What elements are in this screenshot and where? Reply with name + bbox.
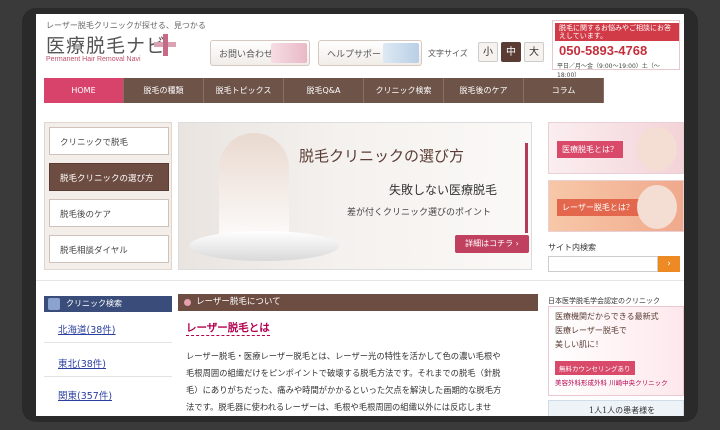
phone-hours: 平日／月～金（9:00～19:00）土（～18:00） xyxy=(557,63,660,79)
side-menu: クリニックで脱毛 脱毛クリニックの選び方 脱毛後のケア 脱毛相談ダイヤル xyxy=(44,122,172,270)
font-size-medium-button[interactable]: 中 xyxy=(501,42,521,62)
banner-label: レーザー脱毛とは？ xyxy=(557,199,639,216)
side-menu-how-to-choose[interactable]: 脱毛クリニックの選び方 xyxy=(49,163,169,191)
clinic-search-header: クリニック検索 xyxy=(44,296,172,312)
contact-button[interactable]: お問い合わせ xyxy=(210,40,310,66)
font-size-large-button[interactable]: 大 xyxy=(524,42,544,62)
article-line: レーザー脱毛・医療レーザー脱毛とは、レーザー光の特性を活かして色の濃い毛根や xyxy=(186,351,501,361)
nav-clinic-search[interactable]: クリニック検索 xyxy=(364,78,444,103)
phone-note: 脱毛に関するお悩みやご相談にお答えしています。 xyxy=(555,23,679,41)
site-search-label: サイト内検索 xyxy=(548,243,596,252)
region-link-kanto[interactable]: 関東(357件) xyxy=(58,388,112,402)
model-arm-image xyxy=(637,185,677,229)
certified-clinic-title: 日本医学脱毛学会認定のクリニック xyxy=(548,297,660,305)
site-search-input[interactable] xyxy=(548,256,658,272)
ad-line: 医療レーザー脱毛で xyxy=(555,326,627,335)
phone-contact-box: 脱毛に関するお悩みやご相談にお答えしています。 050-5893-4768 平日… xyxy=(552,20,680,79)
nav-qa[interactable]: 脱毛Q&A xyxy=(284,78,364,103)
browser-page: レーザー脱毛クリニックが探せる、見つかる 医療脱毛ナビ Permanent Ha… xyxy=(36,14,684,416)
free-counseling-badge: 無料カウンセリングあり xyxy=(555,361,635,375)
hero-more-button[interactable]: 詳細はコチラ › xyxy=(455,235,529,253)
hero-accent-bar xyxy=(525,143,528,233)
article-title: レーザー脱毛とは xyxy=(186,322,270,336)
article-line: 毛根周囲の組織だけをピンポイントで破壊する脱毛方法です。それまでの脱毛（針脱 xyxy=(186,368,501,378)
model-face-image xyxy=(637,127,677,171)
nav-home[interactable]: HOME xyxy=(44,78,124,103)
building-icon xyxy=(48,298,60,310)
article-section-title: レーザー脱毛について xyxy=(196,297,281,307)
help-illustration-icon xyxy=(383,43,419,63)
ad-line: 医療機関だからできる最新式 xyxy=(555,312,659,321)
phone-number[interactable]: 050-5893-4768 xyxy=(559,43,647,58)
region-divider xyxy=(44,376,172,377)
side-menu-consult-dial[interactable]: 脱毛相談ダイヤル xyxy=(49,235,169,263)
laser-hair-removal-banner[interactable]: レーザー脱毛とは？ xyxy=(548,180,684,232)
font-size-label: 文字サイズ xyxy=(428,49,468,58)
section-divider xyxy=(36,280,684,281)
site-search-button[interactable]: › xyxy=(658,256,680,272)
site-logo-subtitle: Permanent Hair Removal Navi xyxy=(46,56,141,63)
region-link-tohoku[interactable]: 東北(38件) xyxy=(58,356,106,370)
banner-label: 医療脱毛とは？ xyxy=(557,141,623,158)
nav-topics[interactable]: 脱毛トピックス xyxy=(204,78,284,103)
patient-ad-text: 1人1人の患者様を xyxy=(589,406,656,415)
nav-hair-removal-types[interactable]: 脱毛の種類 xyxy=(124,78,204,103)
hero-title: 脱毛クリニックの選び方 xyxy=(299,147,465,165)
patient-ad-banner[interactable]: 1人1人の患者様を xyxy=(548,400,684,416)
article-section-header: レーザー脱毛について xyxy=(178,294,538,311)
region-divider xyxy=(44,342,172,343)
side-menu-aftercare[interactable]: 脱毛後のケア xyxy=(49,199,169,227)
nav-aftercare[interactable]: 脱毛後のケア xyxy=(444,78,524,103)
clinic-ad-banner[interactable]: 医療機関だからできる最新式 医療レーザー脱毛で 美しい肌に！ 無料カウンセリング… xyxy=(548,306,684,396)
article-body: レーザー脱毛・医療レーザー脱毛とは、レーザー光の特性を活かして色の濃い毛根や 毛… xyxy=(186,348,536,416)
help-support-label: ヘルプサポート xyxy=(327,50,391,60)
main-nav: HOME 脱毛の種類 脱毛トピックス 脱毛Q&A クリニック検索 脱毛後のケア … xyxy=(44,78,604,103)
article-line: 毛）にありがちだった、痛みや時間がかかるといった欠点を解決した画期的な脱毛方 xyxy=(186,385,502,395)
site-logo[interactable]: 医療脱毛ナビ xyxy=(46,31,166,58)
region-link-hokkaido[interactable]: 北海道(38件) xyxy=(58,322,116,336)
clinic-name: 美容外科形成外科 川崎中央クリニック xyxy=(555,379,668,387)
side-menu-clinic[interactable]: クリニックで脱毛 xyxy=(49,127,169,155)
contact-button-label: お問い合わせ xyxy=(219,50,274,60)
clinic-search-title: クリニック検索 xyxy=(66,299,122,308)
help-support-button[interactable]: ヘルプサポート xyxy=(318,40,422,66)
hero-subtitle-2: 差が付くクリニック選びのポイント xyxy=(347,208,492,218)
contact-illustration-icon xyxy=(271,43,307,63)
cross-logo-icon xyxy=(154,34,176,56)
hero-spa-image xyxy=(189,231,339,261)
hero-subtitle: 失敗しない医療脱毛 xyxy=(389,183,498,197)
nav-column[interactable]: コラム xyxy=(524,78,604,103)
hero-banner[interactable]: 脱毛クリニックの選び方 失敗しない医療脱毛 差が付くクリニック選びのポイント 詳… xyxy=(178,122,532,270)
medical-hair-removal-banner[interactable]: 医療脱毛とは？ xyxy=(548,122,684,174)
bullet-icon xyxy=(184,299,191,306)
site-tagline: レーザー脱毛クリニックが探せる、見つかる xyxy=(46,21,206,30)
font-size-small-button[interactable]: 小 xyxy=(478,42,498,62)
article-line: 法です。脱毛器に使われるレーザーは、毛根や毛根周囲の組織以外には反応しませ xyxy=(186,402,492,412)
ad-line: 美しい肌に！ xyxy=(555,340,603,349)
